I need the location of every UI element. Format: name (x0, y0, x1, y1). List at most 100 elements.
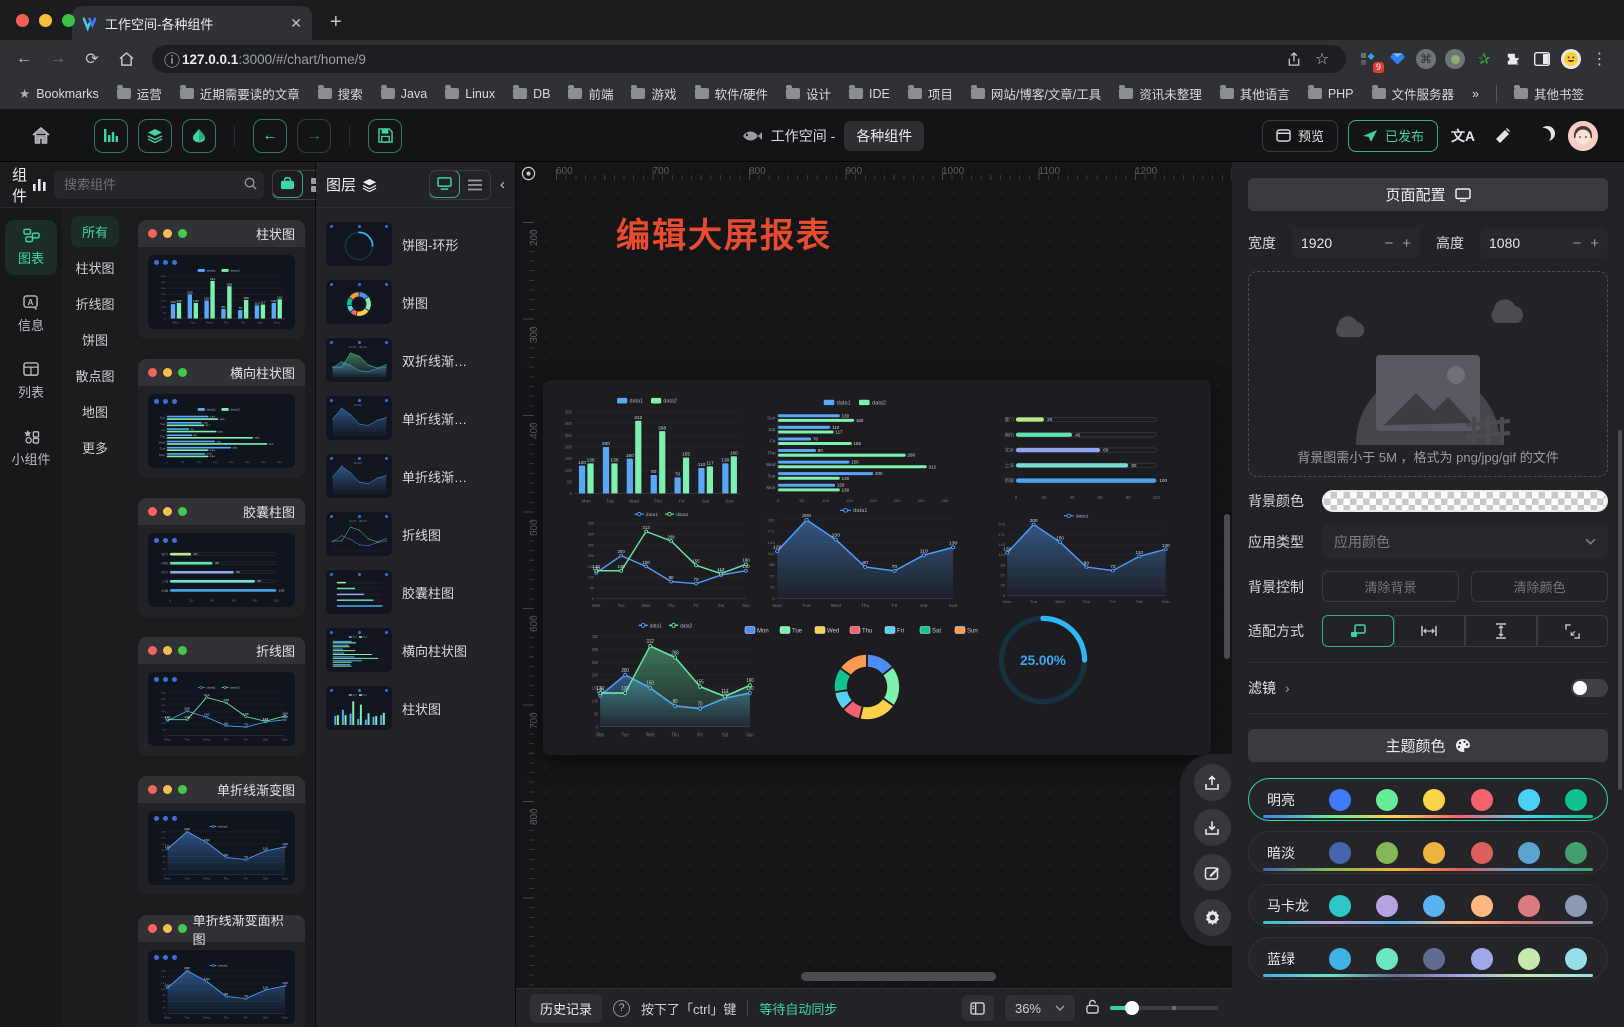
canvas-text-element[interactable]: 编辑大屏报表 (616, 208, 832, 257)
bookmark-item[interactable]: 网站/博客/文章/工具 (964, 81, 1108, 106)
publish-button[interactable]: 已发布 (1348, 120, 1438, 152)
single-list-view-button[interactable] (272, 170, 303, 198)
layer-item[interactable]: data1data2 柱状图 (326, 686, 505, 730)
new-tab-button[interactable]: + (330, 11, 342, 34)
bookmark-item[interactable]: Java (374, 84, 434, 104)
dashboard-preview[interactable]: 0501001502002503003501202001508070110130… (543, 380, 1211, 755)
canvas-horizontal-scrollbar[interactable] (801, 972, 996, 981)
height-input[interactable]: 1080 −+ (1480, 228, 1608, 258)
fit-width-button[interactable] (1394, 615, 1466, 647)
width-minus-button[interactable]: − (1384, 235, 1393, 252)
bookmark-item[interactable]: 设计 (779, 81, 838, 106)
layer-item[interactable]: 饼图-环形 (326, 222, 505, 266)
user-avatar[interactable] (1568, 121, 1598, 151)
filter-expand-chevron[interactable]: › (1285, 680, 1290, 696)
layout-panels-button[interactable] (962, 995, 994, 1021)
forward-icon[interactable]: → (44, 45, 72, 73)
close-window-button[interactable] (16, 14, 29, 27)
bookmark-item[interactable]: DB (506, 84, 557, 104)
preview-button[interactable]: 预览 (1262, 120, 1338, 152)
layer-item[interactable]: data1data2 双折线渐… (326, 338, 505, 382)
extension-star-icon[interactable]: ✰ (1474, 49, 1494, 69)
component-card[interactable]: 单折线渐变面积图 0295786114143171200MonTueWedThu… (138, 915, 305, 1027)
layer-item[interactable]: data1 单折线渐… (326, 454, 505, 498)
browser-tab[interactable]: 工作空间-各种组件 ✕ (72, 6, 312, 40)
back-icon[interactable]: ← (10, 45, 38, 73)
bookmarks-overflow-chevron[interactable]: » (1465, 84, 1486, 104)
collapse-panel-chevron[interactable]: ‹ (500, 176, 505, 193)
background-upload-dropzone[interactable]: 背景图需小于 5M ，格式为 png/jpg/gif 的文件 (1248, 271, 1608, 477)
dashboard-chart-折线图[interactable]: 050100150200250300350MonTueWedThuFriSatS… (579, 508, 751, 610)
puzzle-icon[interactable] (1503, 49, 1523, 69)
bookmark-item[interactable]: 其他语言 (1213, 81, 1297, 106)
bookmark-item[interactable]: 运营 (110, 81, 169, 106)
tab-close-icon[interactable]: ✕ (290, 15, 302, 32)
language-switch-icon[interactable]: 文A (1448, 121, 1478, 151)
category-0[interactable]: 所有 (71, 216, 119, 247)
bookmark-item[interactable]: 软件/硬件 (688, 81, 775, 106)
width-plus-button[interactable]: + (1402, 235, 1411, 252)
page-config-header[interactable]: 页面配置 (1248, 178, 1608, 211)
redo-button[interactable]: → (297, 119, 331, 153)
bookmark-item[interactable]: 近期需要读的文章 (173, 81, 307, 106)
layer-list-view-button[interactable] (459, 171, 490, 199)
theme-row-暗淡[interactable]: 暗淡 (1248, 831, 1608, 874)
dark-mode-icon[interactable] (1528, 121, 1558, 151)
toggle-rulers-eye-icon[interactable] (521, 166, 536, 186)
fit-height-button[interactable] (1465, 615, 1537, 647)
category-5[interactable]: 地图 (82, 402, 108, 421)
bookmark-star-icon[interactable]: ☆ (1308, 45, 1336, 73)
zoom-slider-knob[interactable] (1125, 1001, 1139, 1015)
dashboard-chart-饼图-环形[interactable]: 25.00% (991, 608, 1095, 712)
layer-item[interactable]: 胶囊柱图 (326, 570, 505, 614)
layer-item[interactable]: data1 单折线渐… (326, 396, 505, 440)
side-panel-icon[interactable] (1532, 49, 1552, 69)
bookmark-item[interactable]: 前端 (561, 81, 620, 106)
layer-item[interactable]: 饼图 (326, 280, 505, 324)
site-info-icon[interactable]: ⓘ (162, 45, 182, 73)
undo-button[interactable]: ← (253, 119, 287, 153)
lock-icon[interactable] (1086, 999, 1099, 1017)
magic-wand-icon[interactable] (1488, 121, 1518, 151)
category-2[interactable]: 折线图 (75, 294, 114, 313)
bookmark-item[interactable]: 资讯未整理 (1112, 81, 1209, 106)
sidebar-tab-1[interactable]: A 信息 (5, 287, 57, 342)
sidebar-tab-2[interactable]: 列表 (5, 354, 57, 409)
bookmark-item[interactable]: Linux (438, 84, 502, 104)
sidebar-tab-3[interactable]: 小组件 (5, 421, 57, 476)
reload-icon[interactable]: ⟳ (78, 45, 106, 73)
fit-scale-button[interactable] (1322, 615, 1394, 647)
upload-button[interactable] (1194, 764, 1231, 801)
search-input[interactable] (54, 171, 264, 199)
save-button[interactable] (368, 119, 402, 153)
extension-diamond-icon[interactable] (1387, 49, 1407, 69)
clear-color-button[interactable]: 清除颜色 (1471, 571, 1608, 602)
config-panel-scrollbar[interactable] (1618, 430, 1622, 790)
dashboard-chart-单折线渐变面积图[interactable]: 0295786114143171200MonTueWedThuFriSatSun… (989, 510, 1171, 606)
theme-row-明亮[interactable]: 明亮 (1248, 778, 1608, 821)
app-type-select[interactable]: 应用颜色 (1322, 525, 1608, 558)
bookmark-item[interactable]: 游戏 (624, 81, 683, 106)
category-3[interactable]: 饼图 (82, 330, 108, 349)
layer-thumbnail-view-button[interactable] (429, 170, 460, 198)
maximize-window-button[interactable] (62, 14, 75, 27)
dashboard-chart-横向柱状图[interactable]: 050100150200250300350Mon120130Tue200130W… (759, 396, 959, 504)
address-bar[interactable]: ⓘ 127.0.0.1:3000/#/chart/home/9 ☆ (152, 45, 1346, 73)
category-4[interactable]: 散点图 (75, 366, 114, 385)
layer-item[interactable]: data1data2 折线图 (326, 512, 505, 556)
dashboard-chart-胶囊柱图[interactable]: 厦门20南阳40北京60上海80新疆100020406080100 (995, 404, 1173, 502)
sidebar-tab-0[interactable]: 图表 (5, 220, 57, 275)
filter-toggle[interactable] (1571, 679, 1608, 697)
canvas-area[interactable]: 6007008009001000110012001300200300400500… (516, 162, 1232, 1027)
chart-mode-button[interactable] (94, 119, 128, 153)
theme-color-header[interactable]: 主题颜色 (1248, 729, 1608, 762)
dashboard-chart-双折线渐变图[interactable]: 050100150200250300350MonTueWedThuFriSatS… (583, 618, 755, 740)
component-card[interactable]: 胶囊柱图 厦门20南阳40北京60上海80新疆100020406080100 (138, 498, 305, 617)
component-card[interactable]: 折线图 050100150200250300350MonTueWedThuFri… (138, 637, 305, 756)
category-6[interactable]: 更多 (82, 438, 108, 457)
download-button[interactable] (1194, 809, 1231, 846)
bookmark-item[interactable]: PHP (1301, 84, 1361, 104)
other-bookmarks[interactable]: 其他书签 (1507, 81, 1591, 106)
canvas-vertical-scrollbar[interactable] (1224, 514, 1230, 659)
theme-row-蓝绿[interactable]: 蓝绿 (1248, 937, 1608, 980)
